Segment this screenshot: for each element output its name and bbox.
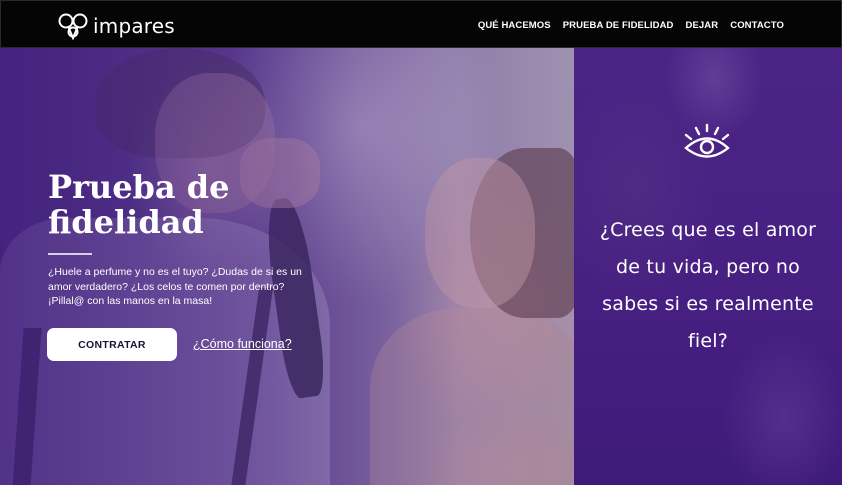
top-navbar: impares QUÉ HACEMOS PRUEBA DE FIDELIDAD … [0, 0, 842, 48]
brand-logo-link[interactable]: impares [57, 12, 175, 40]
hero-description: ¿Huele a perfume y no es el tuyo? ¿Dudas… [48, 266, 302, 307]
brand-name: impares [93, 14, 175, 38]
eye-icon [684, 123, 730, 158]
side-panel: ¿Crees que es el amor de tu vida, pero n… [574, 48, 842, 485]
main-nav: QUÉ HACEMOS PRUEBA DE FIDELIDAD DEJAR CO… [466, 20, 784, 31]
nav-item-que-hacemos[interactable]: QUÉ HACEMOS [478, 20, 551, 31]
side-panel-question: ¿Crees que es el amor de tu vida, pero n… [599, 219, 817, 352]
contratar-button[interactable]: CONTRATAR [47, 328, 177, 361]
nav-item-prueba-de-fidelidad[interactable]: PRUEBA DE FIDELIDAD [563, 20, 674, 31]
hero-title: Prueba de fidelidad [48, 168, 230, 241]
nav-item-contacto[interactable]: CONTACTO [730, 20, 784, 31]
como-funciona-link[interactable]: ¿Cómo funciona? [193, 337, 292, 351]
hero-title-underline [48, 253, 92, 255]
nav-item-dejar[interactable]: DEJAR [686, 20, 719, 31]
logo-rings-icon [58, 13, 88, 40]
